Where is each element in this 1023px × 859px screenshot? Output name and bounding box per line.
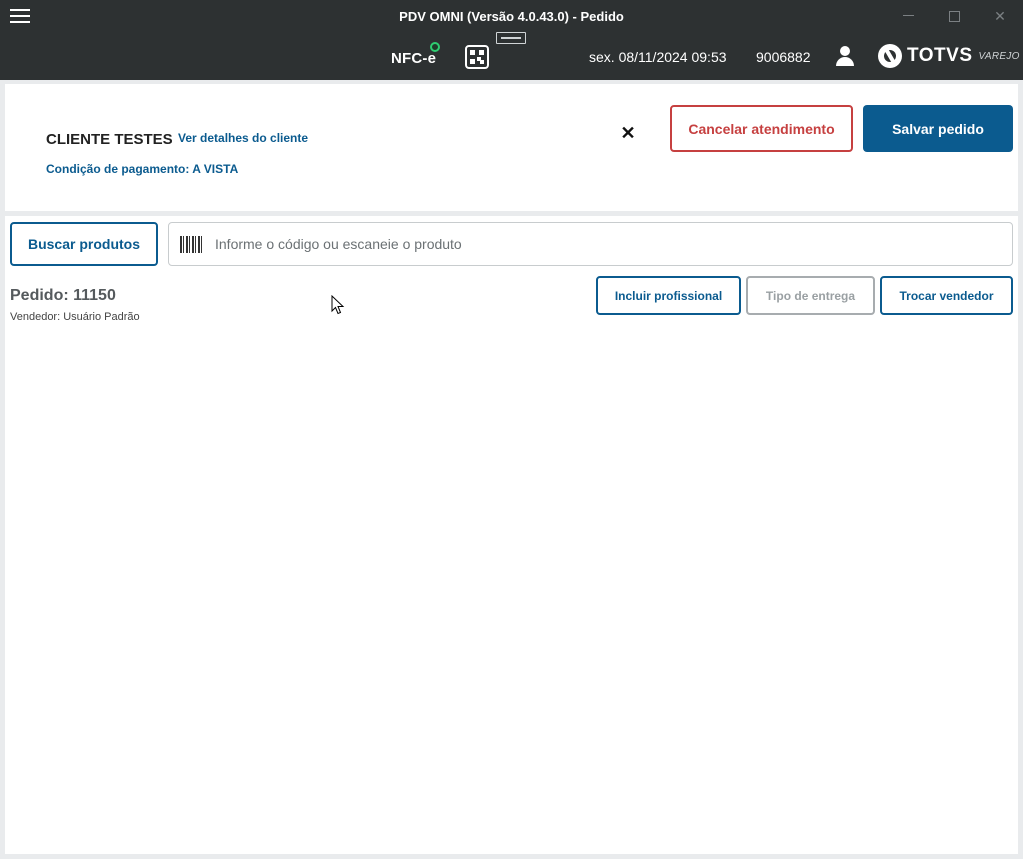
status-indicator-icon <box>430 42 440 52</box>
cancel-service-button[interactable]: Cancelar atendimento <box>670 105 853 152</box>
delivery-type-button: Tipo de entrega <box>746 276 875 315</box>
fiscal-mode-label: NFC-e <box>391 50 437 67</box>
brand-name: TOTVS <box>907 45 973 66</box>
brand-subtitle: VAREJO <box>978 50 1020 62</box>
order-number: Pedido: 11150 <box>10 287 116 304</box>
product-code-input[interactable] <box>215 223 995 265</box>
title-bar: PDV OMNI (Versão 4.0.43.0) - Pedido ✕ NF… <box>0 0 1023 80</box>
customer-panel: CLIENTE TESTES Ver detalhes do cliente C… <box>5 84 1018 211</box>
station-code: 9006882 <box>756 49 811 65</box>
qr-code-icon[interactable] <box>465 45 489 69</box>
save-order-button[interactable]: Salvar pedido <box>863 105 1013 152</box>
customer-details-link[interactable]: Ver detalhes do cliente <box>178 131 308 145</box>
totvs-logo-icon <box>878 44 902 68</box>
include-professional-button[interactable]: Incluir profissional <box>596 276 741 315</box>
datetime-display: sex. 08/11/2024 09:53 <box>589 49 727 65</box>
user-icon[interactable] <box>836 45 854 67</box>
remove-customer-icon[interactable]: ✕ <box>618 123 638 143</box>
product-scan-field[interactable] <box>168 222 1013 266</box>
brand-logo: TOTVS VAREJO <box>878 44 1020 68</box>
minimize-icon[interactable] <box>898 6 918 26</box>
maximize-icon[interactable] <box>944 6 964 26</box>
change-seller-button[interactable]: Trocar vendedor <box>880 276 1013 315</box>
order-seller: Vendedor: Usuário Padrão <box>10 311 140 323</box>
order-area: Buscar produtos Pedido: 11150 Vendedor: … <box>5 216 1018 854</box>
close-window-icon[interactable]: ✕ <box>990 6 1010 26</box>
payment-condition: Condição de pagamento: A VISTA <box>46 162 239 176</box>
barcode-icon <box>180 236 202 253</box>
search-products-button[interactable]: Buscar produtos <box>10 222 158 266</box>
window-title: PDV OMNI (Versão 4.0.43.0) - Pedido <box>399 9 624 24</box>
cash-drawer-icon[interactable] <box>496 32 526 44</box>
customer-name: CLIENTE TESTES <box>46 131 173 148</box>
